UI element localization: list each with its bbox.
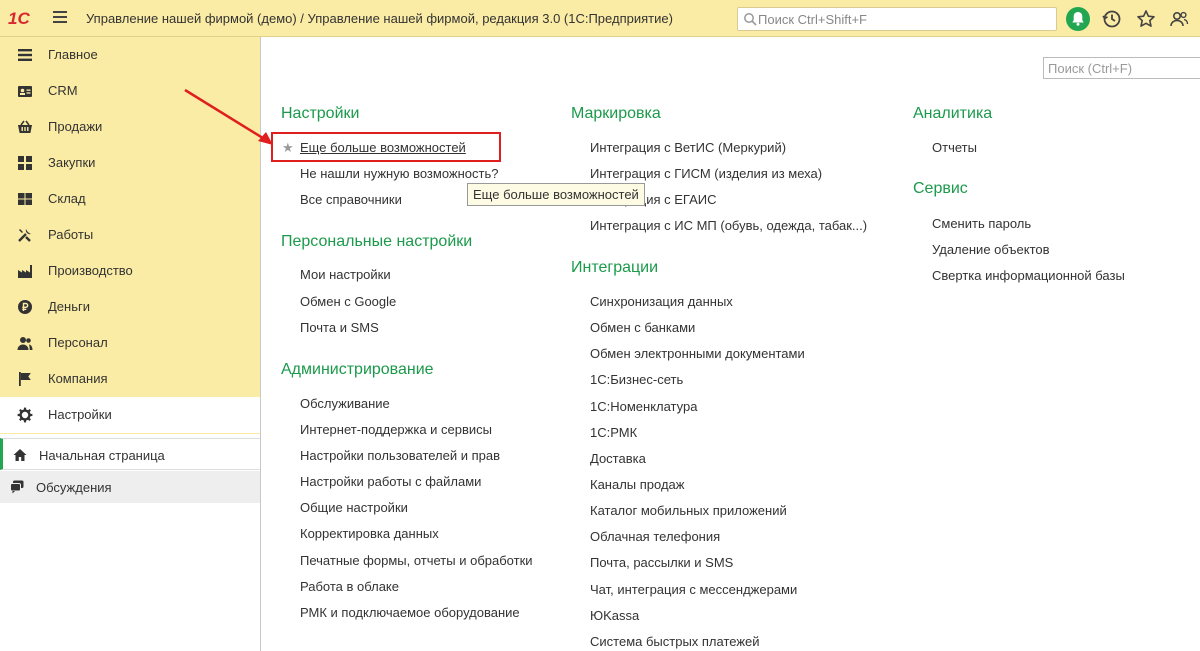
purchase-icon bbox=[18, 156, 32, 170]
link-gism[interactable]: Интеграция с ГИСМ (изделия из меха) bbox=[590, 166, 822, 181]
sidebar-item-label: Склад bbox=[48, 191, 86, 206]
section-title-personal-settings: Персональные настройки bbox=[281, 233, 473, 250]
gear-icon bbox=[17, 407, 33, 423]
global-search-input[interactable] bbox=[758, 10, 1048, 28]
sidebar-item-label: CRM bbox=[48, 83, 78, 98]
link-internet-support[interactable]: Интернет-поддержка и сервисы bbox=[300, 422, 492, 437]
link-data-sync[interactable]: Синхронизация данных bbox=[590, 294, 733, 309]
sidebar-item-label: Компания bbox=[48, 371, 108, 386]
sidebar-item-production[interactable]: Производство bbox=[0, 253, 260, 289]
main-menu-icon[interactable] bbox=[53, 11, 67, 25]
basket-icon bbox=[18, 120, 32, 133]
tooltip: Еще больше возможностей bbox=[467, 183, 645, 206]
link-change-password[interactable]: Сменить пароль bbox=[932, 216, 1031, 231]
search-icon bbox=[744, 13, 757, 26]
people-icon bbox=[17, 337, 33, 350]
link-mobile-apps[interactable]: Каталог мобильных приложений bbox=[590, 503, 787, 518]
home-page-label: Начальная страница bbox=[39, 448, 165, 463]
favorites-star-icon[interactable] bbox=[1134, 7, 1158, 31]
section-title-integrations: Интеграции bbox=[571, 259, 659, 276]
link-infobase-collapse[interactable]: Свертка информационной базы bbox=[932, 268, 1125, 283]
sidebar-item-works[interactable]: Работы bbox=[0, 217, 260, 253]
sidebar-item-label: Главное bbox=[48, 47, 98, 62]
sidebar-item-settings[interactable]: Настройки bbox=[0, 397, 260, 433]
sidebar-item-label: Закупки bbox=[48, 155, 96, 170]
sidebar-item-company[interactable]: Компания bbox=[0, 361, 260, 397]
link-my-settings[interactable]: Мои настройки bbox=[300, 267, 391, 282]
sidebar-item-label: Деньги bbox=[48, 299, 90, 314]
chat-bubbles-icon bbox=[10, 480, 24, 494]
sidebar-item-label: Работы bbox=[48, 227, 94, 242]
section-title-analytics: Аналитика bbox=[913, 105, 993, 122]
sidebar-item-label: Настройки bbox=[48, 407, 112, 422]
title-bar: 1С Управление нашей фирмой (демо) / Упра… bbox=[0, 0, 1200, 37]
link-business-network[interactable]: 1С:Бизнес-сеть bbox=[590, 372, 683, 387]
annotation-arrow-icon bbox=[184, 88, 273, 145]
sidebar-item-discussions[interactable]: Обсуждения bbox=[0, 471, 260, 503]
link-delete-objects[interactable]: Удаление объектов bbox=[932, 242, 1050, 257]
link-cloud-telephony[interactable]: Облачная телефония bbox=[590, 529, 720, 544]
link-is-mp[interactable]: Интеграция с ИС МП (обувь, одежда, табак… bbox=[590, 218, 867, 233]
sidebar-item-home-page[interactable]: Начальная страница bbox=[0, 438, 260, 470]
sidebar-item-personnel[interactable]: Персонал bbox=[0, 325, 260, 361]
link-reports[interactable]: Отчеты bbox=[932, 140, 977, 155]
sidebar-item-label: Персонал bbox=[48, 335, 108, 350]
app-logo: 1С bbox=[8, 9, 30, 28]
highlight-box bbox=[271, 132, 501, 162]
link-vetis[interactable]: Интеграция с ВетИС (Меркурий) bbox=[590, 140, 786, 155]
link-not-found-feature[interactable]: Не нашли нужную возможность? bbox=[300, 166, 498, 181]
panel-search-input[interactable] bbox=[1048, 60, 1198, 76]
link-messengers[interactable]: Чат, интеграция с мессенджерами bbox=[590, 582, 797, 597]
section-title-service: Сервис bbox=[913, 180, 968, 197]
sidebar-item-main[interactable]: Главное bbox=[0, 37, 260, 73]
discussions-label: Обсуждения bbox=[36, 480, 112, 495]
sidebar-item-label: Продажи bbox=[48, 119, 103, 134]
link-nomenclature[interactable]: 1С:Номенклатура bbox=[590, 399, 697, 414]
notifications-bell-icon[interactable] bbox=[1066, 7, 1090, 31]
link-mail-sms[interactable]: Почта и SMS bbox=[300, 320, 379, 335]
home-icon bbox=[13, 449, 27, 461]
history-icon[interactable] bbox=[1100, 7, 1124, 31]
link-bank-exchange[interactable]: Обмен с банками bbox=[590, 320, 695, 335]
global-search-field[interactable] bbox=[737, 7, 1057, 31]
main-content: Настройки ★ Еще больше возможностей Не н… bbox=[262, 37, 1200, 651]
link-print-forms[interactable]: Печатные формы, отчеты и обработки bbox=[300, 553, 533, 568]
factory-icon bbox=[18, 265, 32, 278]
link-users-rights[interactable]: Настройки пользователей и прав bbox=[300, 448, 500, 463]
link-rmk[interactable]: 1С:РМК bbox=[590, 425, 637, 440]
warehouse-icon bbox=[18, 193, 32, 205]
link-general-settings[interactable]: Общие настройки bbox=[300, 500, 408, 515]
section-title-marking: Маркировка bbox=[571, 105, 661, 122]
sidebar-item-label: Производство bbox=[48, 263, 133, 278]
link-edi[interactable]: Обмен электронными документами bbox=[590, 346, 805, 361]
link-pos-equipment[interactable]: РМК и подключаемое оборудование bbox=[300, 605, 520, 620]
section-title-settings: Настройки bbox=[281, 105, 360, 122]
link-sales-channels[interactable]: Каналы продаж bbox=[590, 477, 684, 492]
users-icon[interactable] bbox=[1167, 7, 1191, 31]
ruble-icon bbox=[18, 300, 32, 314]
link-delivery[interactable]: Доставка bbox=[590, 451, 646, 466]
tools-icon bbox=[18, 229, 31, 242]
link-maintenance[interactable]: Обслуживание bbox=[300, 396, 390, 411]
sidebar-item-money[interactable]: Деньги bbox=[0, 289, 260, 325]
window-title: Управление нашей фирмой (демо) / Управле… bbox=[86, 11, 673, 26]
flag-icon bbox=[19, 372, 31, 386]
section-title-administration: Администрирование bbox=[281, 361, 434, 378]
panel-search-field[interactable] bbox=[1043, 57, 1200, 79]
sidebar-item-warehouse[interactable]: Склад bbox=[0, 181, 260, 217]
link-mailing[interactable]: Почта, рассылки и SMS bbox=[590, 555, 733, 570]
link-google-exchange[interactable]: Обмен с Google bbox=[300, 294, 396, 309]
link-data-correction[interactable]: Корректировка данных bbox=[300, 526, 439, 541]
contact-card-icon bbox=[18, 86, 32, 97]
link-file-settings[interactable]: Настройки работы с файлами bbox=[300, 474, 481, 489]
menu-icon bbox=[18, 49, 32, 61]
link-yukassa[interactable]: ЮKassa bbox=[590, 608, 639, 623]
link-fast-payments[interactable]: Система быстрых платежей bbox=[590, 634, 760, 649]
link-all-catalogs[interactable]: Все справочники bbox=[300, 192, 402, 207]
link-cloud-work[interactable]: Работа в облаке bbox=[300, 579, 399, 594]
